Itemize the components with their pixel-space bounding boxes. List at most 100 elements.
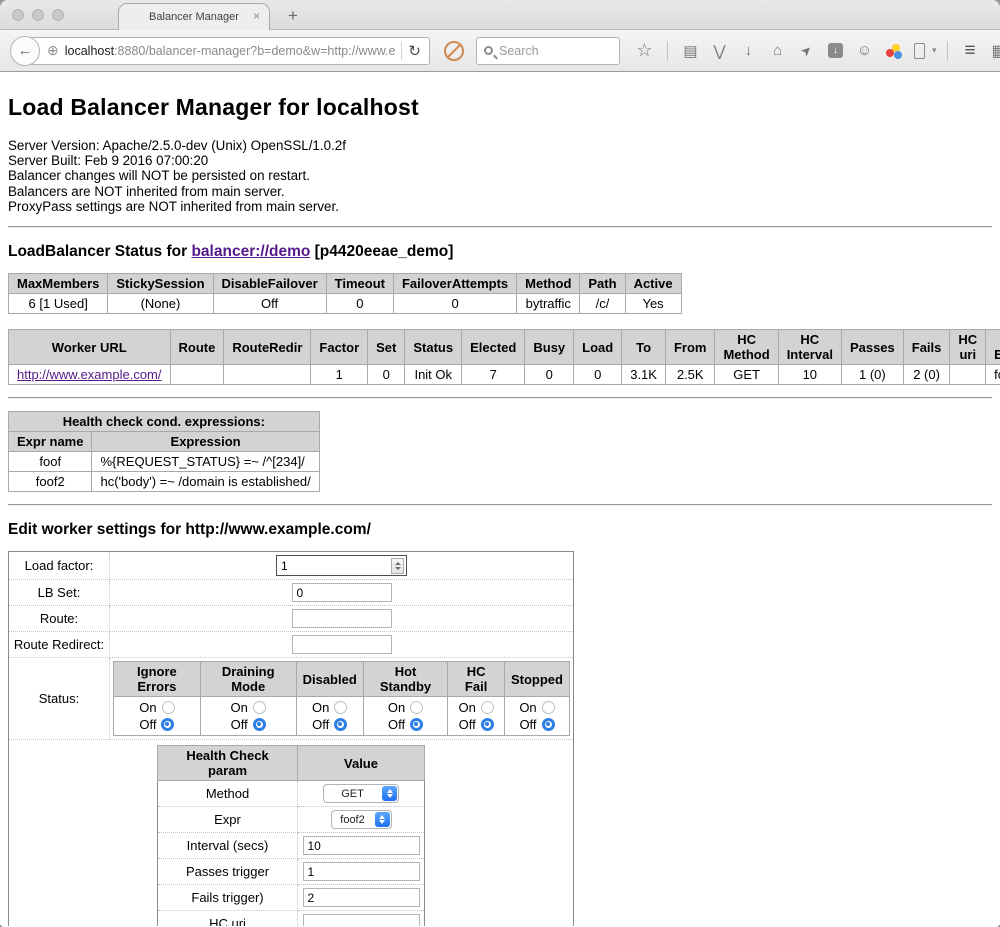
site-identity-globe-icon[interactable]: ⊕ [47,42,59,59]
url-text[interactable]: localhost:8880/balancer-manager?b=demo&w… [65,44,396,58]
worker-url-link[interactable]: http://www.example.com/ [17,367,162,382]
col-routeredir: RouteRedir [224,330,311,365]
minimize-window-button[interactable] [32,9,44,21]
fails-label: Fails trigger) [158,885,298,911]
edit-worker-heading: Edit worker settings for http://www.exam… [8,521,992,539]
hot-standby-off-radio[interactable] [410,718,423,731]
load-factor-input[interactable] [277,558,391,574]
set-value: 0 [368,365,405,385]
reading-list-icon[interactable]: ▤ [676,42,705,60]
downloads-icon[interactable]: ↓ [734,42,763,59]
col-hc-param: Health Check param [158,746,298,781]
inherit-note-line: Balancers are NOT inherited from main se… [8,184,992,199]
method-select-value: GET [324,788,381,800]
hc-header-row: Health Check param Value [158,746,425,781]
col-hc-interval: HC Interval [778,330,841,365]
stopped-on-radio[interactable] [542,701,555,714]
disabled-off-radio[interactable] [334,718,347,731]
apps-grid-icon[interactable]: ▦ [985,41,1000,61]
draining-mode-off-radio[interactable] [253,718,266,731]
server-built-line: Server Built: Feb 9 2016 07:00:20 [8,153,992,168]
bookmark-star-icon[interactable]: ☆ [630,40,659,61]
proxypass-note-line: ProxyPass settings are NOT inherited fro… [8,199,992,214]
col-elected: Elected [462,330,525,365]
hc-row-method: Method GET [158,781,425,807]
expr-name: foof [9,452,92,472]
back-button[interactable]: ← [10,36,40,66]
hc-fail-off-radio[interactable] [481,718,494,731]
load-factor-label: Load factor: [9,552,110,580]
send-tab-icon[interactable]: ➤ [791,35,823,67]
url-host: localhost [65,44,114,58]
col-expr-name: Expr name [9,432,92,452]
hc-uri-input[interactable] [303,914,420,926]
close-tab-icon[interactable]: × [253,10,260,22]
close-window-button[interactable] [12,9,24,21]
on-label: On [388,700,405,715]
from-value: 2.5K [665,365,715,385]
disabled-on-radio[interactable] [334,701,347,714]
balancer-demo-link[interactable]: balancer://demo [191,243,310,260]
tab-balancer-manager[interactable]: Balancer Manager × [118,3,270,30]
hc-fail-on-radio[interactable] [481,701,494,714]
lb-set-label: LB Set: [9,580,110,606]
save-to-device-icon[interactable]: ↓ [821,43,850,58]
col-hc-expr: HC Expr [986,330,1000,365]
load-factor-stepper[interactable] [276,555,407,576]
expr-label: Expr [158,807,298,833]
off-label: Off [139,717,156,732]
col-hc-uri: HC uri [950,330,986,365]
load-value: 0 [574,365,622,385]
fails-value: 2 (0) [903,365,950,385]
zoom-window-button[interactable] [52,9,64,21]
status-header-row: Ignore Errors Draining Mode Disabled Hot… [114,662,570,697]
path-value: /c/ [580,294,625,314]
page-tools-caret-icon[interactable]: ▾ [932,45,937,56]
route-redirect-input[interactable] [292,635,392,654]
url-bar[interactable]: ⊕ localhost:8880/balancer-manager?b=demo… [24,37,430,65]
content-blocker-icon[interactable] [444,41,464,61]
health-check-param-table: Health Check param Value Method GET [157,745,425,926]
reload-icon[interactable]: ↻ [408,42,421,60]
navigation-toolbar: ← ⊕ localhost:8880/balancer-manager?b=de… [0,30,1000,72]
hamburger-menu-icon[interactable]: ≡ [956,40,985,62]
busy-value: 0 [525,365,574,385]
ignore-errors-off-radio[interactable] [161,718,174,731]
hot-standby-on-radio[interactable] [410,701,423,714]
col-draining-mode: Draining Mode [200,662,296,697]
feedback-smiley-icon[interactable]: ☺ [850,42,879,59]
home-icon[interactable]: ⌂ [763,42,792,59]
expr-value: hc('body') =~ /domain is established/ [92,472,319,492]
form-row-route: Route: [9,606,574,632]
lb-set-input[interactable] [292,583,392,602]
divider [8,226,992,228]
stickysession-value: (None) [108,294,213,314]
table-header-row: MaxMembers StickySession DisableFailover… [9,274,682,294]
number-stepper-icon[interactable] [391,558,404,574]
pocket-icon[interactable]: ⋁ [705,42,734,60]
table-header-row: Expr name Expression [9,432,320,452]
page-title: Load Balancer Manager for localhost [8,94,992,121]
back-arrow-icon: ← [18,42,33,59]
search-icon [484,46,493,55]
expr-select[interactable]: foof2 [331,810,392,829]
draining-mode-on-radio[interactable] [253,701,266,714]
loadbalancer-status-heading: LoadBalancer Status for balancer://demo … [8,243,992,261]
new-tab-button[interactable]: + [288,6,298,26]
interval-input[interactable] [303,836,420,855]
passes-input[interactable] [303,862,420,881]
off-label: Off [459,717,476,732]
hc-uri-label: HC uri [158,911,298,926]
method-select[interactable]: GET [323,784,399,803]
route-value [170,365,224,385]
page-tools-icon[interactable] [908,43,930,59]
route-input[interactable] [292,609,392,628]
col-from: From [665,330,715,365]
search-input[interactable] [499,44,612,58]
ignore-errors-on-radio[interactable] [162,701,175,714]
col-stopped: Stopped [504,662,569,697]
fails-input[interactable] [303,888,420,907]
colors-extension-icon[interactable] [879,41,908,61]
stopped-off-radio[interactable] [542,718,555,731]
search-bar[interactable] [476,37,620,65]
